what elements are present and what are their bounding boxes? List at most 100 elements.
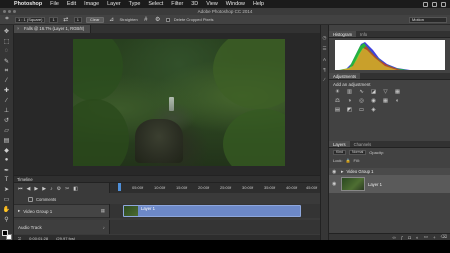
color-balance-icon[interactable]: ⚖ — [333, 98, 342, 105]
close-tab-icon[interactable]: × — [17, 25, 19, 33]
menu-filter[interactable]: Filter — [167, 1, 187, 7]
timeline-header[interactable]: Timeline — [14, 176, 320, 183]
type-tool-icon[interactable]: T — [3, 177, 11, 184]
invert-icon[interactable]: ◐ — [393, 98, 402, 105]
history-brush-tool-icon[interactable]: ↺ — [3, 117, 11, 124]
menu-view[interactable]: View — [202, 1, 222, 7]
expand-arrow-icon[interactable]: ▸ — [18, 208, 20, 214]
clear-button[interactable]: Clear — [85, 16, 104, 23]
new-layer-icon[interactable]: + — [433, 235, 436, 240]
ratio-select[interactable]: 1 : 1 (Square) — [15, 16, 46, 23]
crop-tool-icon[interactable]: ⌗ — [3, 16, 11, 23]
threshold-icon[interactable]: ◩ — [345, 107, 354, 114]
properties-icon[interactable]: ☰ — [322, 46, 326, 52]
menu-file[interactable]: File — [46, 1, 63, 7]
film-icon[interactable]: ▦ — [101, 208, 105, 214]
tab-histogram[interactable]: Histogram — [329, 31, 357, 37]
history-icon[interactable]: ◷ — [323, 35, 327, 41]
overlay-grid-icon[interactable]: # — [142, 16, 150, 23]
status-icon[interactable] — [432, 1, 437, 7]
adjustment-layer-icon[interactable]: ◐ — [416, 235, 419, 240]
menu-edit[interactable]: Edit — [63, 1, 80, 7]
delete-cropped-checkbox[interactable] — [165, 17, 170, 22]
marquee-tool-icon[interactable]: ⬚ — [3, 38, 11, 45]
playhead[interactable] — [118, 183, 121, 191]
healing-brush-tool-icon[interactable]: ✚ — [3, 87, 11, 94]
move-tool-icon[interactable]: ✥ — [3, 28, 11, 35]
tab-info[interactable]: Info — [356, 31, 371, 37]
hand-tool-icon[interactable]: ✋ — [3, 206, 11, 213]
selective-color-icon[interactable]: ◈ — [369, 107, 378, 114]
color-lookup-icon[interactable]: ▦ — [381, 98, 390, 105]
paragraph-icon[interactable]: ¶ — [323, 67, 325, 72]
hue-saturation-icon[interactable]: ▦ — [393, 89, 402, 96]
eye-icon[interactable]: ◉ — [332, 181, 338, 187]
black-white-icon[interactable]: ◑ — [345, 98, 354, 105]
gradient-tool-icon[interactable]: ▤ — [3, 137, 11, 144]
blur-tool-icon[interactable]: ◆ — [3, 147, 11, 154]
layer-row[interactable]: ◉ Layer 1 — [329, 175, 450, 193]
dodge-tool-icon[interactable]: ● — [3, 157, 11, 164]
split-icon[interactable]: ✂ — [65, 186, 69, 192]
shape-tool-icon[interactable]: ▭ — [3, 196, 11, 203]
audio-icon[interactable]: ♪ — [50, 186, 53, 192]
layer-group-row[interactable]: ◉ ▸ Video Group 1 — [329, 168, 450, 175]
tab-layers[interactable]: Layers — [329, 141, 350, 147]
photo-filter-icon[interactable]: ◎ — [357, 98, 366, 105]
audio-track[interactable] — [109, 220, 320, 234]
crop-tool-icon[interactable]: ⌗ — [3, 68, 11, 75]
channel-mixer-icon[interactable]: ◉ — [369, 98, 378, 105]
straighten-icon[interactable]: ⊿ — [108, 16, 116, 23]
audio-track-header[interactable]: Audio Track ♪ — [14, 220, 109, 234]
eyedropper-tool-icon[interactable]: ⁄ — [3, 78, 11, 85]
video-clip[interactable]: Layer 1 — [123, 205, 301, 217]
menu-image[interactable]: Image — [80, 1, 103, 7]
transition-icon[interactable]: ◧ — [73, 186, 78, 192]
blend-mode-select[interactable]: Normal — [349, 150, 367, 155]
swap-icon[interactable]: ⇄ — [62, 16, 70, 23]
tab-adjustments[interactable]: Adjustments — [329, 73, 361, 79]
menu-type[interactable]: Type — [125, 1, 145, 7]
workspace-select[interactable]: Motion — [409, 17, 447, 23]
music-note-icon[interactable]: ♪ — [103, 225, 105, 230]
kind-filter-select[interactable]: Kind — [333, 150, 347, 155]
quick-select-tool-icon[interactable]: ✎ — [3, 58, 11, 65]
document-tab[interactable]: × Falls @ 16.7% (Layer 1, RGB/8) — [14, 25, 92, 33]
height-field[interactable]: 1 — [73, 16, 82, 23]
path-select-tool-icon[interactable]: ➤ — [3, 186, 11, 193]
menu-layer[interactable]: Layer — [103, 1, 125, 7]
play-icon[interactable]: ▶ — [34, 186, 38, 192]
lasso-tool-icon[interactable]: ◌ — [3, 48, 11, 55]
pen-tool-icon[interactable]: ✒ — [3, 167, 11, 174]
eye-icon[interactable]: ◉ — [332, 169, 338, 175]
menu-3d[interactable]: 3D — [187, 1, 202, 7]
fx-icon[interactable]: ƒ — [401, 235, 404, 240]
comments-icon[interactable] — [28, 197, 33, 202]
tab-channels[interactable]: Channels — [350, 141, 376, 147]
straighten-label[interactable]: Straighten — [120, 17, 138, 22]
menu-window[interactable]: Window — [222, 1, 249, 7]
curves-icon[interactable]: ∿ — [357, 89, 366, 96]
next-frame-icon[interactable]: ▶ — [42, 186, 46, 192]
brush-preset-icon[interactable]: ∕ — [324, 77, 325, 82]
levels-icon[interactable]: ▥ — [345, 89, 354, 96]
menu-photoshop[interactable]: Photoshop — [10, 1, 46, 7]
link-icon[interactable]: ∞ — [393, 235, 396, 240]
zoom-tool-icon[interactable]: ⚲ — [3, 216, 11, 223]
posterize-icon[interactable]: ▤ — [333, 107, 342, 114]
menu-help[interactable]: Help — [249, 1, 268, 7]
settings-icon[interactable]: ⚙ — [57, 186, 61, 192]
character-icon[interactable]: A — [323, 57, 326, 62]
clone-stamp-tool-icon[interactable]: ⊥ — [3, 107, 11, 114]
gradient-map-icon[interactable]: ▭ — [357, 107, 366, 114]
previous-frame-icon[interactable]: ◀ — [27, 186, 31, 192]
status-icon[interactable] — [423, 1, 428, 7]
width-field[interactable]: 1 — [49, 16, 58, 23]
go-to-first-frame-icon[interactable]: ⏮ — [18, 186, 23, 192]
brightness-contrast-icon[interactable]: ☀ — [333, 89, 342, 96]
status-icon[interactable] — [441, 1, 446, 7]
lock-icon[interactable]: 🔒 — [346, 158, 351, 163]
video-group-track-header[interactable]: ▸ Video Group 1 ▦ — [14, 204, 109, 218]
video-track[interactable]: Layer 1 — [109, 204, 320, 218]
timeline-ruler[interactable]: 05:00f 10:00f 15:00f 20:00f 25:00f 30:00… — [109, 183, 320, 193]
